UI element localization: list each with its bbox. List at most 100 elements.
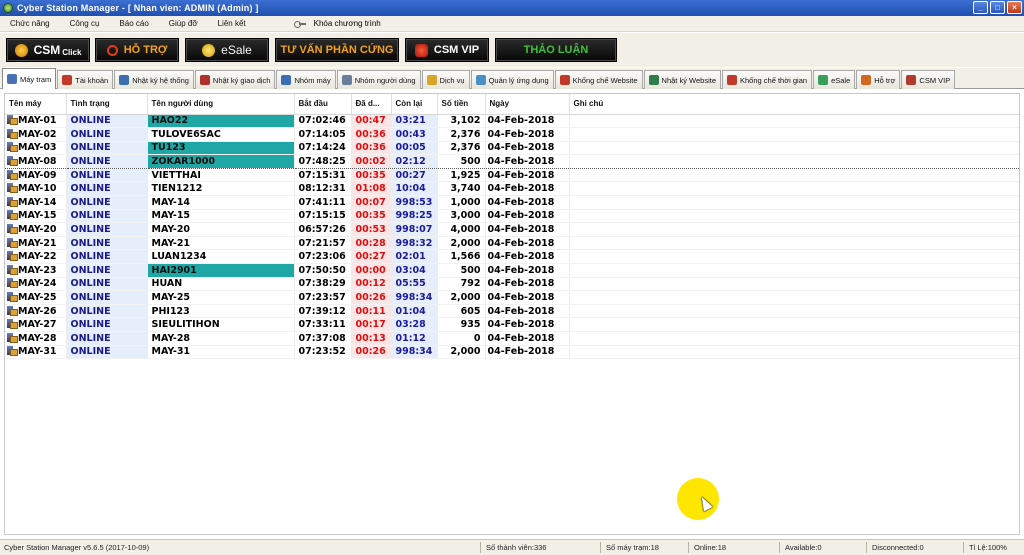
maximize-button[interactable]: □ [990,1,1005,14]
menu-giup-do[interactable]: Giúp đỡ [159,19,208,28]
cell-date: 04-Feb-2018 [485,168,570,183]
machine-name: MAY-28 [18,332,57,344]
column-header[interactable]: Số tiền [437,94,486,115]
table-row[interactable]: MAY-02 ONLINE TULOVE6SAC 07:14:05 00:36 00:43… [5,127,1019,142]
table-row[interactable]: MAY-08 ONLINE ZOKAR1000 07:48:25 00:02 02:12 5… [5,154,1019,169]
cell-remain: 998:34 [391,345,438,360]
ratio-text: Tỉ Lệ:100% [969,543,1007,552]
tab-website-log[interactable]: Nhật ký Website [643,70,721,89]
cell-user: PHI123 [147,304,295,319]
tab-esale[interactable]: eSale [813,70,856,89]
tab-time-control[interactable]: Khống chế thời gian [722,70,813,89]
tab-block-website[interactable]: Khống chế Website [554,70,643,89]
cell-money: 500 [437,154,486,169]
menu-bao-cao[interactable]: Báo cáo [109,19,158,28]
tab-app-manager[interactable]: Quản lý ứng dụng [470,70,554,89]
column-header[interactable]: Ghi chú [569,94,1019,115]
cell-note [569,195,1019,210]
workstation-icon [7,292,18,303]
workstation-icon [7,319,18,330]
table-row[interactable]: MAY-31 ONLINE MAY-31 07:23:52 00:26 998:34 2,0… [5,345,1019,360]
cell-user: TIEN1212 [147,181,295,197]
station-count: Số máy trạm:18 [606,543,659,552]
tab-system-log[interactable]: Nhật ký hệ thống [114,70,194,89]
cell-remain: 03:28 [391,317,438,332]
column-header[interactable]: Tên người dùng [147,94,295,115]
table-row[interactable]: MAY-03 ONLINE TU123 07:14:24 00:36 00:05 2,376… [5,141,1019,156]
esale-icon [818,75,829,85]
table-row[interactable]: MAY-22 ONLINE LUAN1234 07:23:06 00:27 02:01 1,… [5,249,1019,265]
column-header[interactable]: Ngày [485,94,570,115]
minimize-button[interactable]: _ [973,1,988,14]
tab-strip: Máy trạm Tài khoản Nhật ký hệ thống Nhật ký… [0,68,1024,89]
ho-tro-button[interactable]: HỖ TRỢ [95,38,179,62]
time-control-icon [727,75,737,85]
machine-grid[interactable]: Tên máy Tình trạng Tên người dùng Bắt đầu Đã… [4,93,1020,535]
tab-computer[interactable]: Máy trạm [2,68,57,89]
grid-body: MAY-01 ONLINE HAO22 07:02:46 00:47 03:21 3,102… [5,114,1019,360]
tu-van-phan-cung-button[interactable]: TƯ VẤN PHẦN CỨNG [275,38,399,62]
tab-machine-group[interactable]: Nhóm máy [276,70,336,89]
table-row[interactable]: MAY-23 ONLINE HAI2901 07:50:50 00:00 03:04 500… [5,263,1019,278]
machine-table: Tên máy Tình trạng Tên người dùng Bắt đầu Đã… [5,94,1019,360]
column-header[interactable]: Tình trạng [66,94,148,115]
tab-user-group[interactable]: Nhóm người dùng [336,70,421,89]
cell-note [569,236,1019,251]
thao-luan-button[interactable]: THẢO LUẬN [495,38,617,62]
csm-click-button[interactable]: CSM Click [6,38,90,62]
tab-service[interactable]: Dịch vụ [421,70,470,89]
lock-program-menu[interactable]: Khóa chương trình [293,19,381,28]
csm-vip-button[interactable]: CSM VIP [405,38,489,62]
status-separator [480,542,481,553]
table-row[interactable]: MAY-15 ONLINE MAY-15 07:15:15 00:35 998:25 3,0… [5,209,1019,224]
column-header[interactable]: Đã d... [351,94,392,115]
table-row[interactable]: MAY-09 ONLINE VIETTHAI 07:15:31 00:35 00:27 1,… [5,168,1019,183]
cell-machine: MAY-26 [5,304,67,319]
menu-lien-ket[interactable]: Liên kết [208,19,256,28]
cell-status: ONLINE [66,345,148,360]
column-header[interactable]: Còn lại [391,94,438,115]
status-separator [600,542,601,553]
table-row[interactable]: MAY-14 ONLINE MAY-14 07:41:11 00:07 998:53 1,0… [5,195,1019,210]
table-row[interactable]: MAY-20 ONLINE MAY-20 06:57:26 00:53 998:07 4,0… [5,222,1019,237]
close-button[interactable]: × [1007,1,1022,14]
service-icon [426,75,437,85]
tab-support[interactable]: Hỗ trợ [856,70,901,89]
menu-cong-cu[interactable]: Công cụ [60,19,110,28]
cell-status: ONLINE [66,331,148,346]
cell-status: ONLINE [66,236,148,251]
table-row[interactable]: MAY-01 ONLINE HAO22 07:02:46 00:47 03:21 3,102… [5,114,1019,129]
machine-name: MAY-26 [18,305,57,317]
lock-program-label: Khóa chương trình [313,19,381,28]
cell-used: 00:17 [351,317,392,332]
table-row[interactable]: MAY-26 ONLINE PHI123 07:39:12 00:11 01:04 605 0… [5,304,1019,319]
table-row[interactable]: MAY-24 ONLINE HUAN 07:38:29 00:12 05:55 792 04-… [5,277,1019,292]
table-row[interactable]: MAY-10 ONLINE TIEN1212 08:12:31 01:08 10:04 3,… [5,181,1019,197]
tab-transaction-log[interactable]: Nhật ký giao dịch [194,70,276,89]
table-row[interactable]: MAY-25 ONLINE MAY-25 07:23:57 00:26 998:34 2,0… [5,290,1019,305]
table-row[interactable]: MAY-27 ONLINE SIEULITIHON 07:33:11 00:17 03:2… [5,317,1019,332]
window-title: Cyber Station Manager - [ Nhan vien: ADM… [17,3,259,13]
cell-status: ONLINE [66,277,148,292]
column-header[interactable]: Tên máy [5,94,67,115]
cell-start: 07:21:57 [294,236,352,251]
tab-account[interactable]: Tài khoản [57,70,114,89]
cell-money: 1,566 [437,249,486,265]
online-count: Online:18 [694,543,727,552]
menu-chuc-nang[interactable]: Chức năng [0,19,60,28]
table-row[interactable]: MAY-28 ONLINE MAY-28 07:37:08 00:13 01:12 0 04-… [5,331,1019,346]
esale-button[interactable]: eSale [185,38,269,62]
workstation-icon [7,169,18,180]
table-row[interactable]: MAY-21 ONLINE MAY-21 07:21:57 00:28 998:32 2,0… [5,236,1019,251]
tab-vip[interactable]: CSM VIP [901,70,956,89]
cell-used: 00:28 [351,236,392,251]
cell-user: HAI2901 [147,263,295,278]
column-header[interactable]: Bắt đầu [294,94,352,115]
cell-money: 935 [437,317,486,332]
cell-money: 2,000 [437,236,486,251]
tab-label: Hỗ trợ [874,75,896,85]
machine-name: MAY-08 [18,156,57,168]
cell-user: HAO22 [147,114,295,129]
cell-user: MAY-21 [147,236,295,251]
cell-start: 07:41:11 [294,195,352,210]
